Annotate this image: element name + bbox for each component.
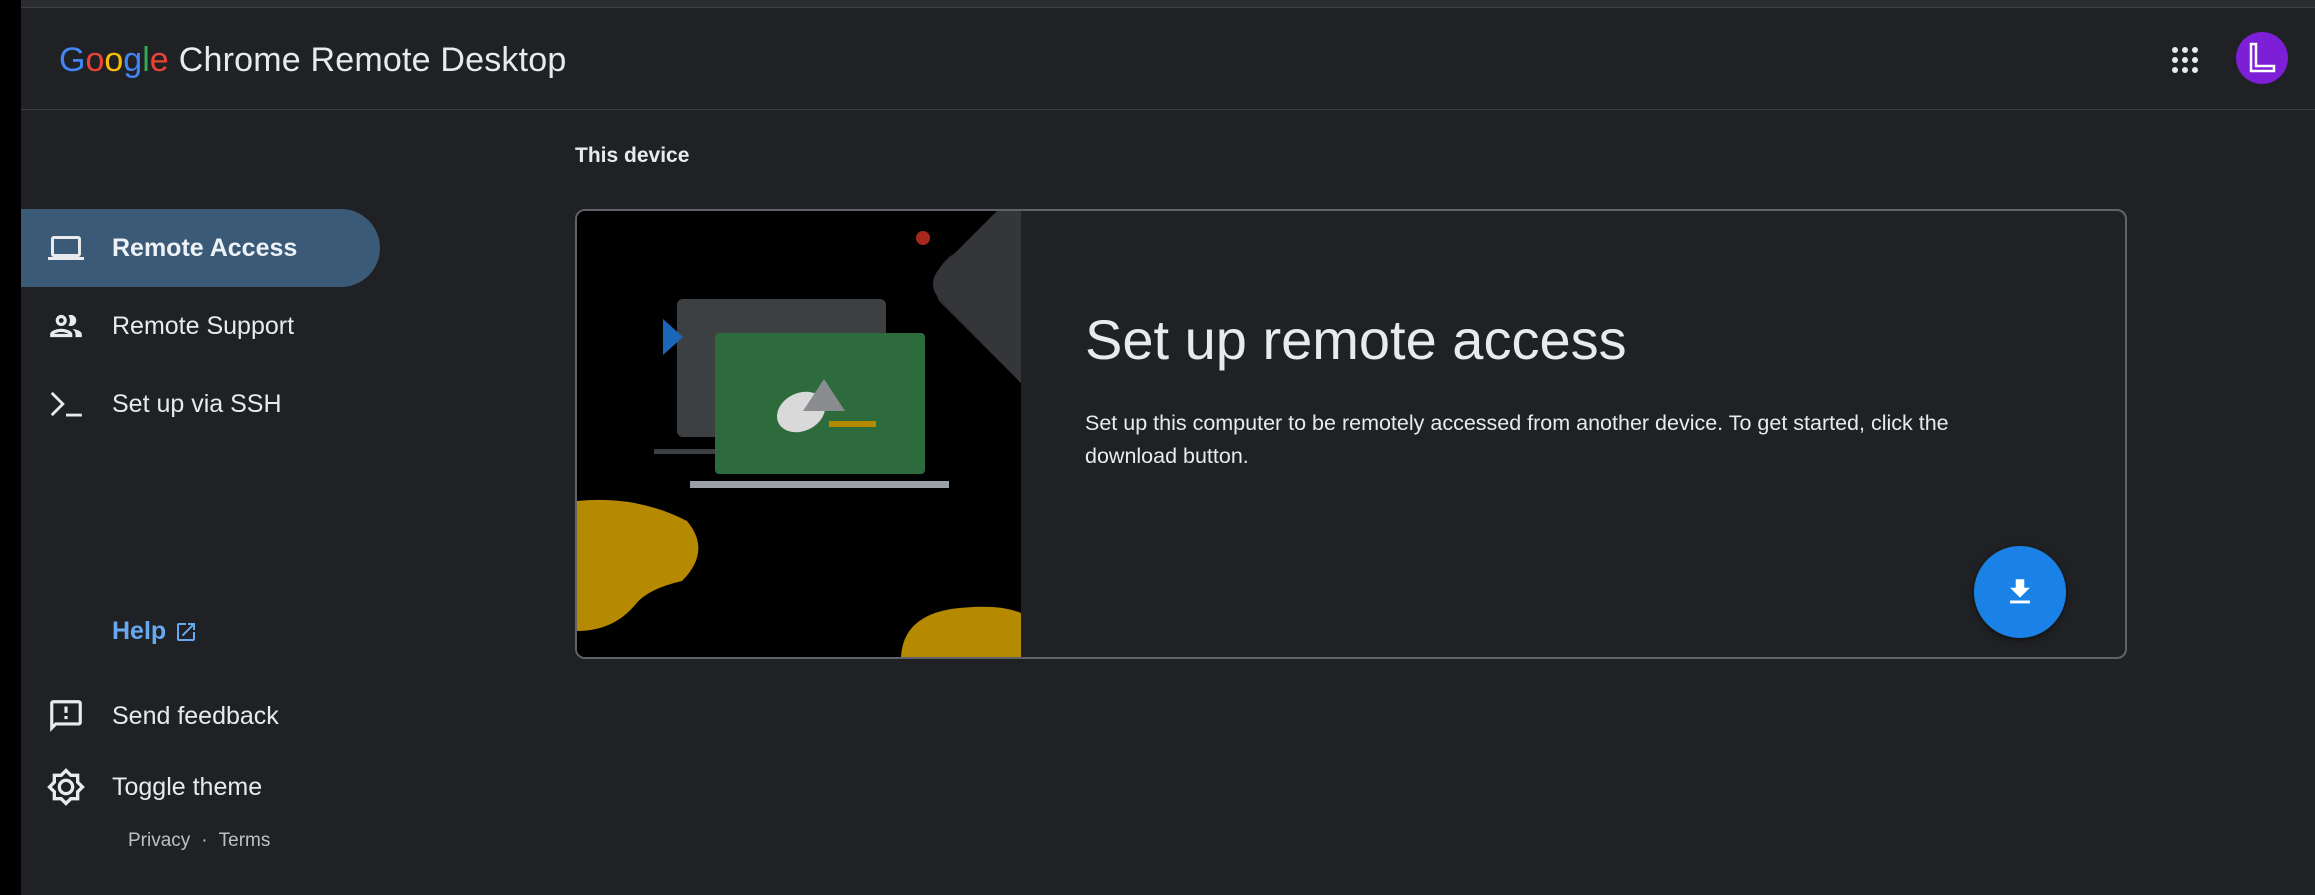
google-letter: G [59, 40, 86, 79]
account-avatar[interactable] [2236, 32, 2288, 84]
toggle-theme-button[interactable]: Toggle theme [21, 748, 380, 826]
footer-links: Privacy · Terms [128, 830, 270, 852]
section-title: This device [575, 144, 690, 167]
sidebar-item-label: Set up via SSH [112, 389, 282, 418]
help-label: Help [112, 617, 167, 645]
setup-illustration [577, 211, 1021, 657]
google-letter: o [85, 40, 105, 79]
google-letter: o [104, 40, 124, 79]
sidebar-item-remote-access[interactable]: Remote Access [21, 209, 380, 287]
laptop-icon [46, 228, 86, 268]
privacy-link[interactable]: Privacy [128, 830, 190, 852]
open-in-new-icon [177, 622, 196, 641]
avatar-initial-icon [2249, 42, 2276, 73]
product-logo[interactable]: Google Chrome Remote Desktop [59, 32, 567, 88]
window-edge [0, 0, 21, 895]
app-root: Google Chrome Remote Desktop Remote Acce… [21, 8, 2315, 895]
feedback-icon [46, 696, 86, 736]
toggle-theme-label: Toggle theme [112, 772, 263, 801]
browser-top-edge [21, 0, 2315, 8]
google-letter: l [142, 40, 150, 79]
people-icon [46, 306, 86, 346]
card-title: Set up remote access [1085, 308, 1627, 371]
google-letter: g [123, 40, 143, 79]
brightness-icon [46, 767, 86, 807]
sidebar-item-label: Remote Support [112, 311, 295, 340]
send-feedback-button[interactable]: Send feedback [21, 677, 380, 755]
card-description: Set up this computer to be remotely acce… [1085, 411, 1949, 468]
download-button[interactable] [1974, 546, 2066, 638]
setup-remote-access-card: Set up remote access Set up this compute… [575, 209, 2127, 659]
google-apps-button[interactable] [2161, 36, 2209, 84]
send-feedback-label: Send feedback [112, 701, 279, 730]
google-wordmark: Google [59, 41, 169, 80]
terms-link[interactable]: Terms [219, 830, 271, 852]
google-letter: e [149, 40, 169, 79]
terminal-prompt-icon [46, 384, 86, 424]
google-apps-grid-icon [2172, 47, 2198, 73]
top-app-bar: Google Chrome Remote Desktop [21, 8, 2315, 110]
help-link[interactable]: Help [112, 617, 198, 646]
sidebar-item-ssh[interactable]: Set up via SSH [21, 365, 380, 443]
sidebar-item-label: Remote Access [112, 233, 298, 262]
product-name: Chrome Remote Desktop [178, 40, 567, 79]
footer-separator: · [201, 830, 208, 851]
download-icon [2010, 579, 2030, 604]
sidebar-item-remote-support[interactable]: Remote Support [21, 287, 380, 365]
